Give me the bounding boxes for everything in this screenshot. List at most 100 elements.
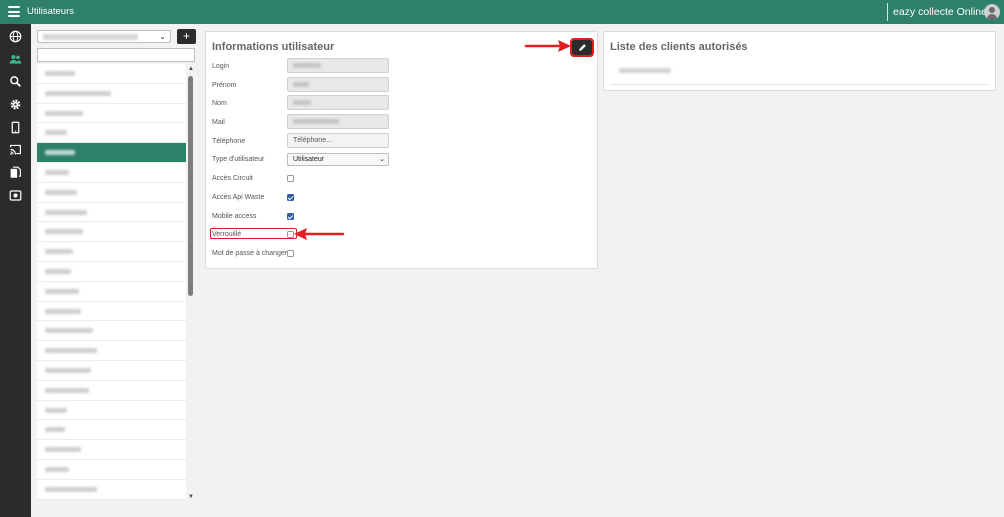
mail-field[interactable] — [287, 114, 389, 129]
redacted-user-name — [45, 268, 71, 274]
gear-icon[interactable] — [8, 97, 22, 111]
mobile-icon[interactable] — [8, 120, 22, 134]
scroll-up-icon[interactable]: ▲ — [188, 66, 194, 72]
search-icon[interactable] — [8, 74, 22, 88]
redacted-select-value — [43, 34, 138, 40]
redacted-user-name — [45, 427, 65, 433]
mdp-label: Mot de passe à changer — [212, 250, 288, 257]
redacted-user-name — [45, 169, 69, 175]
redacted-user-name — [45, 249, 73, 255]
user-list-item[interactable] — [37, 400, 186, 421]
user-list-item[interactable] — [37, 83, 186, 104]
add-user-button[interactable]: + — [177, 29, 196, 44]
users-icon[interactable] — [8, 52, 22, 66]
redacted-user-name — [45, 189, 77, 195]
user-list-item[interactable] — [37, 261, 186, 282]
redacted-user-name — [45, 447, 81, 453]
clients-title: Liste des clients autorisés — [610, 41, 748, 53]
prenom-label: Prénom — [212, 82, 237, 89]
panel-title: Informations utilisateur — [212, 41, 335, 53]
clients-divider — [610, 84, 988, 85]
annotation-arrow-verrouille — [294, 228, 345, 240]
user-list-panel: ⌄ + ▲ ▼ — [31, 24, 202, 517]
icon-rail — [0, 24, 31, 517]
user-list-item[interactable] — [37, 380, 186, 401]
user-search-input[interactable] — [37, 48, 195, 62]
user-list-item[interactable] — [37, 281, 186, 302]
mdp-checkbox[interactable] — [287, 250, 294, 257]
user-list-item[interactable] — [37, 479, 186, 500]
display-icon[interactable] — [8, 188, 22, 202]
user-list-item[interactable] — [37, 123, 186, 144]
user-list-item[interactable] — [37, 202, 186, 223]
user-list-item[interactable] — [37, 242, 186, 262]
user-list-item[interactable] — [37, 321, 186, 342]
user-avatar-icon[interactable] — [984, 4, 1000, 20]
user-type-value: Utilisateur — [293, 156, 325, 163]
acces-api-label: Accès Api Waste — [212, 194, 265, 201]
redacted-user-name — [45, 110, 83, 116]
chevron-down-icon: ⌄ — [159, 32, 166, 41]
redacted-user-name — [45, 348, 97, 354]
user-list-item[interactable] — [37, 360, 186, 381]
user-type-select[interactable]: Utilisateur ⌄ — [287, 153, 389, 166]
acces-circuit-checkbox[interactable] — [287, 175, 294, 182]
clients-panel: Liste des clients autorisés — [603, 31, 996, 91]
acces-api-waste-checkbox[interactable] — [287, 194, 294, 201]
user-list-scrollbar[interactable]: ▲ ▼ — [186, 64, 195, 500]
chevron-down-icon: ⌄ — [379, 156, 385, 163]
user-info-panel: Informations utilisateur Login Prénom No… — [205, 31, 598, 269]
app-name: eazy collecte Online — [893, 6, 987, 18]
user-list-item[interactable] — [37, 222, 186, 243]
login-field[interactable] — [287, 58, 389, 73]
cast-icon[interactable] — [8, 142, 22, 156]
user-list-item[interactable] — [37, 162, 186, 183]
redacted-user-name — [45, 308, 81, 314]
mobile-access-checkbox[interactable] — [287, 213, 294, 220]
documents-icon[interactable] — [8, 165, 22, 179]
user-list-item[interactable] — [37, 143, 186, 163]
redacted-user-name — [45, 209, 87, 215]
scroll-thumb[interactable] — [188, 76, 193, 296]
user-list-item[interactable] — [37, 440, 186, 460]
prenom-field[interactable] — [287, 77, 389, 92]
page-title: Utilisateurs — [27, 6, 74, 17]
telephone-label: Téléphone — [212, 138, 246, 145]
edit-button[interactable] — [570, 38, 594, 57]
hamburger-menu-icon[interactable] — [8, 6, 20, 17]
user-list-item[interactable] — [37, 420, 186, 441]
clients-redacted-text — [619, 68, 671, 73]
redacted-user-name — [45, 130, 67, 136]
mail-label: Mail — [212, 119, 225, 126]
nom-field[interactable] — [287, 95, 389, 110]
redacted-user-name — [45, 328, 93, 334]
redacted-user-name — [45, 367, 91, 373]
mobile-access-label: Mobile access — [212, 213, 257, 220]
redacted-user-name — [45, 486, 97, 492]
annotation-arrow-edit — [524, 40, 571, 52]
redacted-user-name — [45, 90, 111, 96]
redacted-user-name — [45, 150, 75, 156]
redacted-user-name — [45, 71, 75, 76]
redacted-user-name — [45, 466, 69, 472]
top-bar: Utilisateurs eazy collecte Online — [0, 0, 1004, 24]
acces-circuit-label: Accès Circuit — [212, 175, 253, 182]
verrouille-label: Verrouillé — [212, 231, 242, 238]
redacted-user-name — [45, 407, 67, 413]
user-list-item[interactable] — [37, 459, 186, 480]
globe-icon[interactable] — [8, 29, 22, 43]
user-list — [37, 64, 186, 500]
pencil-icon — [578, 44, 586, 51]
telephone-field[interactable]: Téléphone... — [287, 133, 389, 148]
redacted-user-name — [45, 229, 83, 235]
user-filter-select[interactable]: ⌄ — [37, 30, 171, 43]
user-list-item[interactable] — [37, 103, 186, 124]
nom-label: Nom — [212, 100, 227, 107]
user-list-item[interactable] — [37, 182, 186, 203]
type-label: Type d'utilisateur — [212, 156, 265, 163]
user-list-item[interactable] — [37, 64, 186, 84]
user-list-item[interactable] — [37, 341, 186, 361]
scroll-down-icon[interactable]: ▼ — [188, 494, 194, 500]
user-list-item[interactable] — [37, 301, 186, 322]
redacted-user-name — [45, 288, 79, 294]
